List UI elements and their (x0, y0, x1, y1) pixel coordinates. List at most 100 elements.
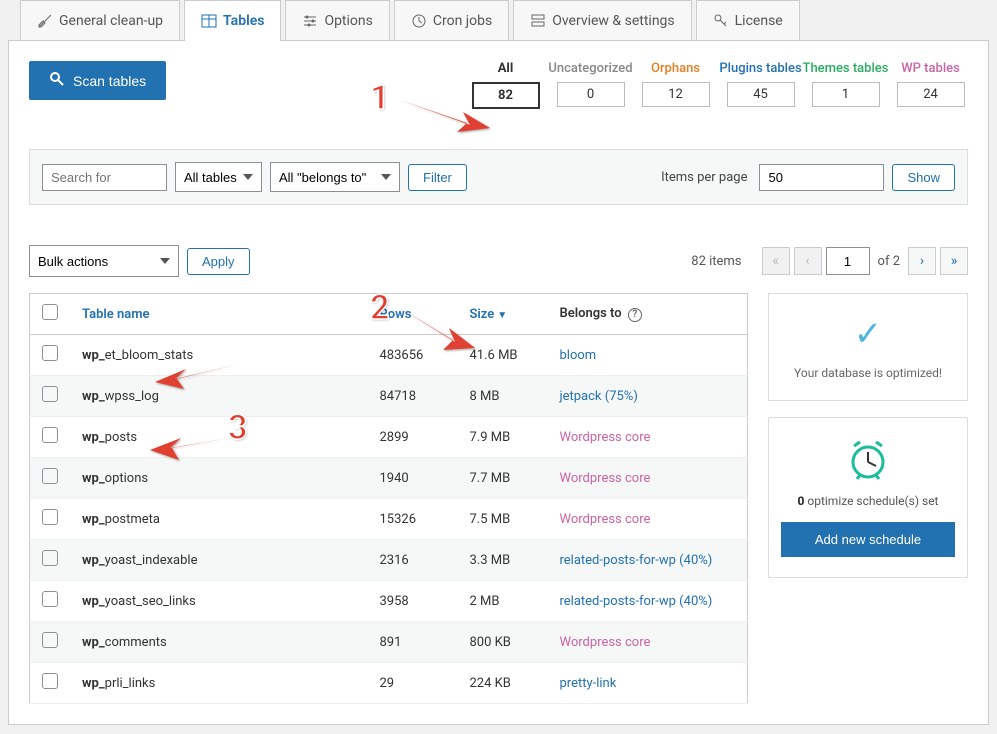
belongs-to-link[interactable]: pretty-link (560, 676, 617, 691)
tab-label: License (735, 13, 783, 29)
pager-first[interactable]: « (762, 247, 790, 275)
sort-desc-icon: ▼ (497, 310, 507, 321)
pager-prev[interactable]: ‹ (794, 247, 822, 275)
tab-license[interactable]: License (696, 0, 800, 41)
belongs-to-link[interactable]: related-posts-for-wp (40%) (560, 553, 713, 568)
row-checkbox[interactable] (42, 673, 58, 689)
cell-belongs-to: jetpack (75%) (548, 376, 748, 417)
cell-rows: 891 (368, 622, 458, 663)
cell-rows: 2899 (368, 417, 458, 458)
cell-table-name: wp_comments (70, 622, 368, 663)
bulk-actions-select[interactable]: Bulk actions (29, 245, 179, 277)
category-count: 0 (557, 82, 625, 107)
pager-of-label: of 2 (878, 254, 900, 269)
bulk-actions-row: Bulk actions Apply 82 items « ‹ of 2 › » (29, 245, 968, 277)
arrow-1 (395, 90, 495, 140)
row-checkbox[interactable] (42, 591, 58, 607)
col-header-name[interactable]: Table name (82, 307, 150, 322)
belongs-to-core: Wordpress core (560, 471, 651, 486)
pager-next[interactable]: › (908, 247, 936, 275)
row-checkbox[interactable] (42, 345, 58, 361)
annotation-3: 3 (228, 408, 248, 448)
cell-rows: 3958 (368, 581, 458, 622)
show-button[interactable]: Show (892, 164, 955, 191)
cell-belongs-to: Wordpress core (548, 417, 748, 458)
scan-tables-button[interactable]: Scan tables (29, 61, 166, 100)
tab-label: Overview & settings (552, 13, 674, 29)
gear-icon (530, 13, 546, 29)
cell-size: 7.9 MB (458, 417, 548, 458)
category-filter-uncategorized[interactable]: Uncategorized0 (553, 61, 628, 109)
category-count: 24 (897, 82, 965, 107)
items-per-page-input[interactable] (759, 164, 884, 191)
table-row: wp_options19407.7 MBWordpress core (30, 458, 748, 499)
alarm-clock-icon (846, 438, 890, 482)
belongs-to-select[interactable]: All "belongs to" (270, 162, 400, 192)
key-icon (713, 13, 729, 29)
tab-general-cleanup[interactable]: General clean-up (20, 0, 180, 41)
belongs-to-link[interactable]: bloom (560, 348, 597, 363)
table-row: wp_wpss_log847188 MBjetpack (75%) (30, 376, 748, 417)
cell-belongs-to: Wordpress core (548, 622, 748, 663)
row-checkbox[interactable] (42, 509, 58, 525)
optimized-text: Your database is optimized! (781, 366, 955, 380)
select-all-checkbox[interactable] (42, 304, 58, 320)
category-label: Themes tables (803, 61, 889, 76)
check-icon: ✓ (781, 314, 955, 354)
sliders-icon (302, 13, 318, 29)
category-count: 45 (727, 82, 795, 107)
category-filter-themes-tables[interactable]: Themes tables1 (808, 61, 883, 109)
category-label: WP tables (901, 61, 960, 76)
cell-rows: 29 (368, 663, 458, 704)
row-checkbox[interactable] (42, 550, 58, 566)
belongs-to-link[interactable]: jetpack (75%) (560, 389, 638, 404)
cell-size: 8 MB (458, 376, 548, 417)
search-input[interactable] (42, 164, 167, 191)
tables-select[interactable]: All tables (175, 162, 262, 192)
category-label: Uncategorized (548, 61, 632, 76)
belongs-to-core: Wordpress core (560, 430, 651, 445)
cell-belongs-to: related-posts-for-wp (40%) (548, 581, 748, 622)
cell-belongs-to: pretty-link (548, 663, 748, 704)
pager-last[interactable]: » (940, 247, 968, 275)
main-tabs: General clean-up Tables Options Cron job… (0, 0, 997, 41)
cell-rows: 1940 (368, 458, 458, 499)
clock-icon (411, 13, 427, 29)
category-count: 1 (812, 82, 880, 107)
row-checkbox[interactable] (42, 632, 58, 648)
table-row: wp_prli_links29224 KBpretty-link (30, 663, 748, 704)
category-filter-orphans[interactable]: Orphans12 (638, 61, 713, 109)
cell-size: 2 MB (458, 581, 548, 622)
table-row: wp_yoast_seo_links39582 MBrelated-posts-… (30, 581, 748, 622)
row-checkbox[interactable] (42, 427, 58, 443)
add-schedule-button[interactable]: Add new schedule (781, 522, 955, 557)
schedule-card: 0 optimize schedule(s) set Add new sched… (768, 417, 968, 578)
cell-size: 800 KB (458, 622, 548, 663)
tab-options[interactable]: Options (285, 0, 389, 41)
sidebar: ✓ Your database is optimized! 0 optimize… (768, 293, 968, 704)
filter-button[interactable]: Filter (408, 164, 467, 191)
apply-button[interactable]: Apply (187, 248, 250, 275)
search-icon (49, 71, 65, 90)
belongs-to-link[interactable]: related-posts-for-wp (40%) (560, 594, 713, 609)
category-filter-wp-tables[interactable]: WP tables 24 (893, 61, 968, 109)
row-checkbox[interactable] (42, 386, 58, 402)
cell-rows: 2316 (368, 540, 458, 581)
cell-belongs-to: bloom (548, 335, 748, 376)
help-icon[interactable]: ? (628, 308, 642, 322)
table-row: wp_postmeta153267.5 MBWordpress core (30, 499, 748, 540)
cell-belongs-to: related-posts-for-wp (40%) (548, 540, 748, 581)
tables-list: Table name Rows Size▼ Belongs to ? wp_et… (29, 293, 748, 704)
row-checkbox[interactable] (42, 468, 58, 484)
tab-overview-settings[interactable]: Overview & settings (513, 0, 691, 41)
pager-current-input[interactable] (826, 247, 870, 275)
annotation-1: 1 (370, 78, 390, 118)
table-row: wp_posts28997.9 MBWordpress core (30, 417, 748, 458)
items-per-page-label: Items per page (661, 170, 747, 185)
category-filter-plugins-tables[interactable]: Plugins tables45 (723, 61, 798, 109)
tab-cron-jobs[interactable]: Cron jobs (394, 0, 509, 41)
cell-size: 224 KB (458, 663, 548, 704)
table-row: wp_comments891800 KBWordpress core (30, 622, 748, 663)
tab-tables[interactable]: Tables (184, 0, 281, 41)
optimized-card: ✓ Your database is optimized! (768, 293, 968, 401)
